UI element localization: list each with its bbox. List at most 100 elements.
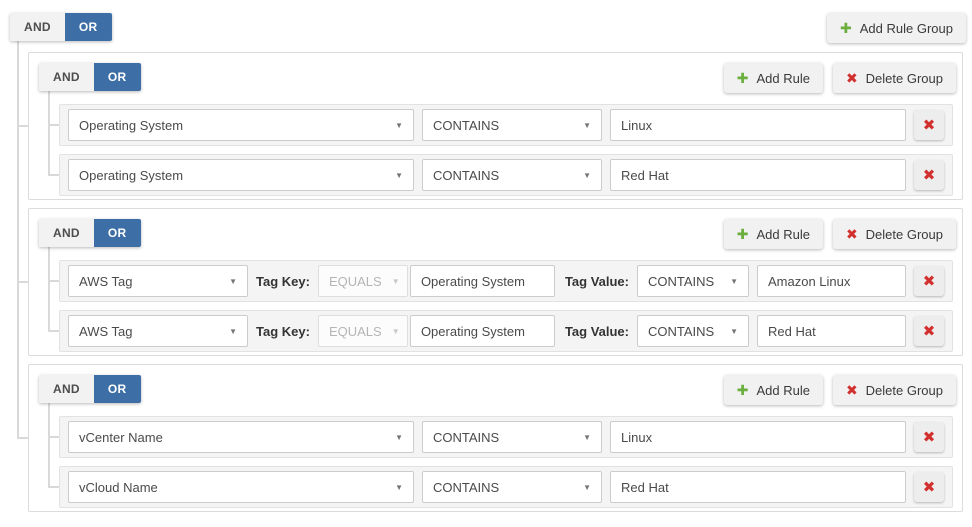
field-select-value: AWS Tag <box>79 324 132 339</box>
tag-value-operator-select[interactable]: CONTAINS ▼ <box>637 315 749 347</box>
add-rule-group-label: Add Rule Group <box>860 21 953 36</box>
delete-rule-button[interactable]: ✖ <box>914 422 944 452</box>
group-and-button[interactable]: AND <box>39 375 94 403</box>
tag-value-operator-value: CONTAINS <box>648 324 714 339</box>
field-select-value: Operating System <box>79 168 183 183</box>
connector-line <box>48 91 50 176</box>
chevron-down-icon: ▼ <box>583 171 591 180</box>
group-and-button[interactable]: AND <box>39 63 94 91</box>
rule-row: AWS Tag ▼ Tag Key: EQUALS ▼ Tag Value: C… <box>59 260 953 302</box>
chevron-down-icon: ▼ <box>392 327 400 336</box>
chevron-down-icon: ▼ <box>392 277 400 286</box>
x-icon: ✖ <box>923 166 936 184</box>
tag-value-label: Tag Value: <box>565 274 629 289</box>
operator-select[interactable]: CONTAINS ▼ <box>422 421 602 453</box>
tag-value-label: Tag Value: <box>565 324 629 339</box>
chevron-down-icon: ▼ <box>395 483 403 492</box>
operator-select[interactable]: CONTAINS ▼ <box>422 471 602 503</box>
x-icon: ✖ <box>923 428 936 446</box>
root-and-button[interactable]: AND <box>10 13 65 41</box>
tag-key-operator-select: EQUALS ▼ <box>318 315 408 347</box>
add-rule-label: Add Rule <box>756 227 809 242</box>
group-and-button[interactable]: AND <box>39 219 94 247</box>
group-actions: ✚ Add Rule ✖ Delete Group <box>724 375 956 405</box>
delete-rule-button[interactable]: ✖ <box>914 110 944 140</box>
value-input[interactable] <box>610 159 906 191</box>
chevron-down-icon: ▼ <box>583 121 591 130</box>
tag-key-label: Tag Key: <box>256 274 310 289</box>
group-header: AND OR ✚ Add Rule ✖ Delete Group <box>29 53 962 93</box>
field-select[interactable]: vCenter Name ▼ <box>68 421 414 453</box>
value-input[interactable] <box>610 421 906 453</box>
x-icon: ✖ <box>923 478 936 496</box>
field-select-value: AWS Tag <box>79 274 132 289</box>
field-select-value: vCloud Name <box>79 480 158 495</box>
chevron-down-icon: ▼ <box>583 483 591 492</box>
root-or-button[interactable]: OR <box>65 13 112 41</box>
delete-group-label: Delete Group <box>866 71 943 86</box>
group-header: AND OR ✚ Add Rule ✖ Delete Group <box>29 365 962 405</box>
tag-value-input[interactable] <box>757 265 906 297</box>
connector-line <box>17 40 19 439</box>
add-rule-button[interactable]: ✚ Add Rule <box>724 219 823 249</box>
group-header: AND OR ✚ Add Rule ✖ Delete Group <box>29 209 962 249</box>
tag-key-input[interactable] <box>410 265 555 297</box>
delete-group-button[interactable]: ✖ Delete Group <box>833 219 956 249</box>
x-icon: ✖ <box>846 383 858 397</box>
field-select[interactable]: Operating System ▼ <box>68 159 414 191</box>
chevron-down-icon: ▼ <box>395 121 403 130</box>
delete-group-button[interactable]: ✖ Delete Group <box>833 375 956 405</box>
plus-icon: ✚ <box>737 383 749 397</box>
field-select[interactable]: AWS Tag ▼ <box>68 265 248 297</box>
value-input[interactable] <box>610 471 906 503</box>
tag-value-operator-select[interactable]: CONTAINS ▼ <box>637 265 749 297</box>
delete-group-label: Delete Group <box>866 227 943 242</box>
delete-rule-button[interactable]: ✖ <box>914 266 944 296</box>
root-and-or-toggle: AND OR <box>10 13 112 41</box>
add-rule-button[interactable]: ✚ Add Rule <box>724 375 823 405</box>
chevron-down-icon: ▼ <box>395 171 403 180</box>
tag-key-operator-value: EQUALS <box>329 324 382 339</box>
value-input[interactable] <box>610 109 906 141</box>
delete-rule-button[interactable]: ✖ <box>914 160 944 190</box>
operator-select-value: CONTAINS <box>433 118 499 133</box>
x-icon: ✖ <box>846 227 858 241</box>
rule-row: AWS Tag ▼ Tag Key: EQUALS ▼ Tag Value: C… <box>59 310 953 352</box>
plus-icon: ✚ <box>737 71 749 85</box>
tag-key-input[interactable] <box>410 315 555 347</box>
tag-value-input[interactable] <box>757 315 906 347</box>
connector-line <box>48 247 50 332</box>
add-rule-label: Add Rule <box>756 383 809 398</box>
field-select[interactable]: vCloud Name ▼ <box>68 471 414 503</box>
group-or-button[interactable]: OR <box>94 375 141 403</box>
tag-key-label: Tag Key: <box>256 324 310 339</box>
tag-key-operator-select: EQUALS ▼ <box>318 265 408 297</box>
add-rule-label: Add Rule <box>756 71 809 86</box>
tag-value-operator-value: CONTAINS <box>648 274 714 289</box>
rule-row: Operating System ▼ CONTAINS ▼ ✖ <box>59 154 953 196</box>
field-select-value: Operating System <box>79 118 183 133</box>
top-bar: AND OR ✚ Add Rule Group <box>0 0 972 43</box>
x-icon: ✖ <box>846 71 858 85</box>
connector-line <box>48 403 50 488</box>
delete-group-button[interactable]: ✖ Delete Group <box>833 63 956 93</box>
group-and-or-toggle: AND OR <box>39 63 141 91</box>
rule-group-1: AND OR ✚ Add Rule ✖ Delete Group Operati… <box>28 52 963 200</box>
rule-row: vCenter Name ▼ CONTAINS ▼ ✖ <box>59 416 953 458</box>
operator-select-value: CONTAINS <box>433 168 499 183</box>
delete-rule-button[interactable]: ✖ <box>914 316 944 346</box>
add-rule-button[interactable]: ✚ Add Rule <box>724 63 823 93</box>
chevron-down-icon: ▼ <box>583 433 591 442</box>
field-select[interactable]: Operating System ▼ <box>68 109 414 141</box>
operator-select[interactable]: CONTAINS ▼ <box>422 159 602 191</box>
group-or-button[interactable]: OR <box>94 63 141 91</box>
group-and-or-toggle: AND OR <box>39 375 141 403</box>
field-select[interactable]: AWS Tag ▼ <box>68 315 248 347</box>
group-or-button[interactable]: OR <box>94 219 141 247</box>
add-rule-group-button[interactable]: ✚ Add Rule Group <box>827 13 966 43</box>
delete-rule-button[interactable]: ✖ <box>914 472 944 502</box>
operator-select-value: CONTAINS <box>433 480 499 495</box>
rule-row: vCloud Name ▼ CONTAINS ▼ ✖ <box>59 466 953 508</box>
chevron-down-icon: ▼ <box>229 327 237 336</box>
operator-select[interactable]: CONTAINS ▼ <box>422 109 602 141</box>
